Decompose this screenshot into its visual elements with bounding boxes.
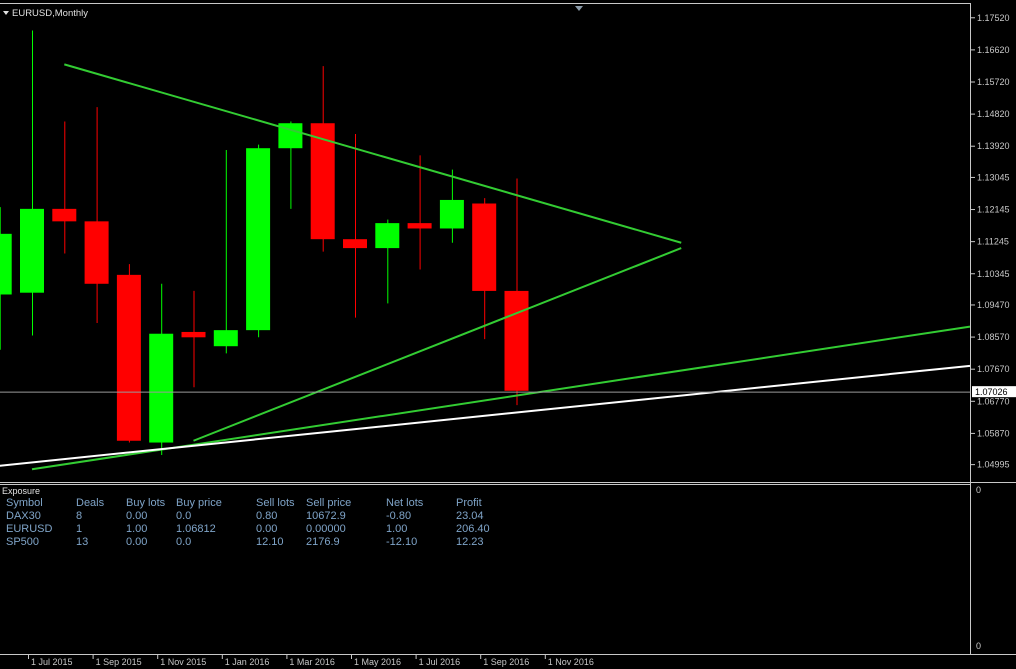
- exposure-cell: 0.00: [256, 523, 278, 535]
- time-tick-label: 1 Sep 2015: [96, 657, 142, 667]
- exposure-cell: 10672.9: [306, 510, 346, 522]
- current-price-label: 1.07026: [975, 387, 1008, 397]
- price-tick-label: 1.07670: [977, 364, 1010, 374]
- candle-body: [84, 221, 109, 284]
- current-price-tag: 1.07026: [972, 386, 1016, 398]
- exposure-title: Exposure: [2, 486, 41, 496]
- exposure-cell: -12.10: [386, 536, 418, 548]
- time-tick-label: 1 Jul 2016: [419, 657, 461, 667]
- exposure-cell: 1.06812: [176, 523, 216, 535]
- exposure-table: Symbol Deals Buy lots Buy price Sell lots Sel…: [6, 497, 516, 549]
- exposure-column-header[interactable]: Buy lots: [126, 497, 176, 510]
- candle-body: [504, 290, 529, 391]
- exposure-cell: 0.80: [256, 510, 278, 522]
- exposure-cell: 0.0: [176, 536, 192, 548]
- exposure-row[interactable]: DAX30 8 0.00 0.0 0.80 10672.9 -0.80 23.04: [6, 510, 516, 523]
- exposure-row[interactable]: EURUSD 1 1.00 1.06812 0.00 0.00000 1.00 206.40: [6, 523, 516, 536]
- exposure-column-header[interactable]: Symbol: [6, 497, 76, 510]
- candle-body: [52, 208, 77, 222]
- candle-body: [149, 333, 174, 443]
- chart-title-group[interactable]: EURUSD,Monthly: [3, 8, 88, 19]
- price-tick-label: 1.10345: [977, 269, 1010, 279]
- candle-body: [375, 223, 400, 249]
- price-tick-label: 1.08570: [977, 332, 1010, 342]
- price-tick-label: 1.11245: [977, 237, 1009, 247]
- time-tick-label: 1 Nov 2016: [548, 657, 594, 667]
- indicator-tick-label: 0: [976, 641, 981, 651]
- exposure-cell: 0.0: [176, 510, 192, 522]
- time-tick-label: 1 May 2016: [354, 657, 401, 667]
- candle-body: [0, 233, 12, 295]
- exposure-cell: 1: [76, 523, 83, 535]
- price-tick-label: 1.15720: [977, 77, 1010, 87]
- exposure-cell: 2176.9: [306, 536, 340, 548]
- candle[interactable]: [246, 144, 271, 338]
- time-tick-label: 1 Jul 2015: [31, 657, 73, 667]
- candle-body: [343, 239, 367, 249]
- exposure-column-header[interactable]: Net lots: [386, 497, 456, 510]
- price-tick-label: 1.13920: [977, 141, 1010, 151]
- exposure-column-header[interactable]: Sell lots: [256, 497, 306, 510]
- candle-body: [116, 274, 141, 441]
- time-axis[interactable]: 1 Jul 2015 1 Sep 2015 1 Nov 2015 1 Jan 2016…: [28, 655, 594, 667]
- exposure-header-row: Symbol Deals Buy lots Buy price Sell lots Sel…: [6, 497, 516, 510]
- candle-body: [181, 331, 206, 338]
- exposure-cell: 1.00: [126, 523, 148, 535]
- chart-title: EURUSD,Monthly: [12, 8, 88, 19]
- candle-body: [20, 208, 44, 293]
- exposure-cell: DAX30: [6, 510, 41, 522]
- exposure-panel: Exposure Symbol Deals Buy lots Buy price Sel…: [2, 486, 970, 646]
- exposure-cell: 12.10: [256, 536, 284, 548]
- candle-body: [407, 223, 432, 229]
- exposure-cell: 13: [76, 536, 89, 548]
- exposure-cell: 12.23: [456, 536, 484, 548]
- candle-body: [439, 199, 464, 229]
- exposure-cell: 8: [76, 510, 83, 522]
- price-tick-label: 1.05870: [977, 428, 1010, 438]
- indicator-tick-label: 0: [976, 485, 981, 495]
- exposure-cell: 0.00: [126, 510, 148, 522]
- price-tick-label: 1.12145: [977, 205, 1010, 215]
- candle-body: [472, 203, 497, 291]
- exposure-cell: 0.00000: [306, 523, 346, 535]
- price-tick-label: 1.16620: [977, 45, 1010, 55]
- exposure-cell: SP500: [6, 536, 40, 548]
- candle[interactable]: [116, 264, 141, 443]
- candle-body: [246, 148, 271, 331]
- exposure-cell: -0.80: [386, 510, 412, 522]
- exposure-cell: 23.04: [456, 510, 484, 522]
- price-tick-label: 1.09470: [977, 300, 1010, 310]
- exposure-cell: 206.40: [456, 523, 490, 535]
- price-tick-label: 1.14820: [977, 109, 1010, 119]
- exposure-column-header[interactable]: Profit: [456, 497, 516, 510]
- exposure-cell: 0.00: [126, 536, 148, 548]
- exposure-row[interactable]: SP500 13 0.00 0.0 12.10 2176.9 -12.10 12.23: [6, 536, 516, 549]
- exposure-column-header[interactable]: Sell price: [306, 497, 386, 510]
- price-tick-label: 1.17520: [977, 13, 1010, 23]
- price-tick-label: 1.06770: [977, 396, 1010, 406]
- exposure-cell: EURUSD: [6, 523, 53, 535]
- candle-body: [213, 330, 238, 347]
- time-tick-label: 1 Sep 2016: [483, 657, 529, 667]
- time-tick-label: 1 Nov 2015: [160, 657, 206, 667]
- time-tick-label: 1 Mar 2016: [289, 657, 335, 667]
- time-tick-label: 1 Jan 2016: [225, 657, 270, 667]
- exposure-cell: 1.00: [386, 523, 408, 535]
- price-tick-label: 1.13045: [977, 172, 1010, 182]
- exposure-column-header[interactable]: Deals: [76, 497, 126, 510]
- exposure-column-header[interactable]: Buy price: [176, 497, 256, 510]
- price-tick-label: 1.04995: [977, 460, 1010, 470]
